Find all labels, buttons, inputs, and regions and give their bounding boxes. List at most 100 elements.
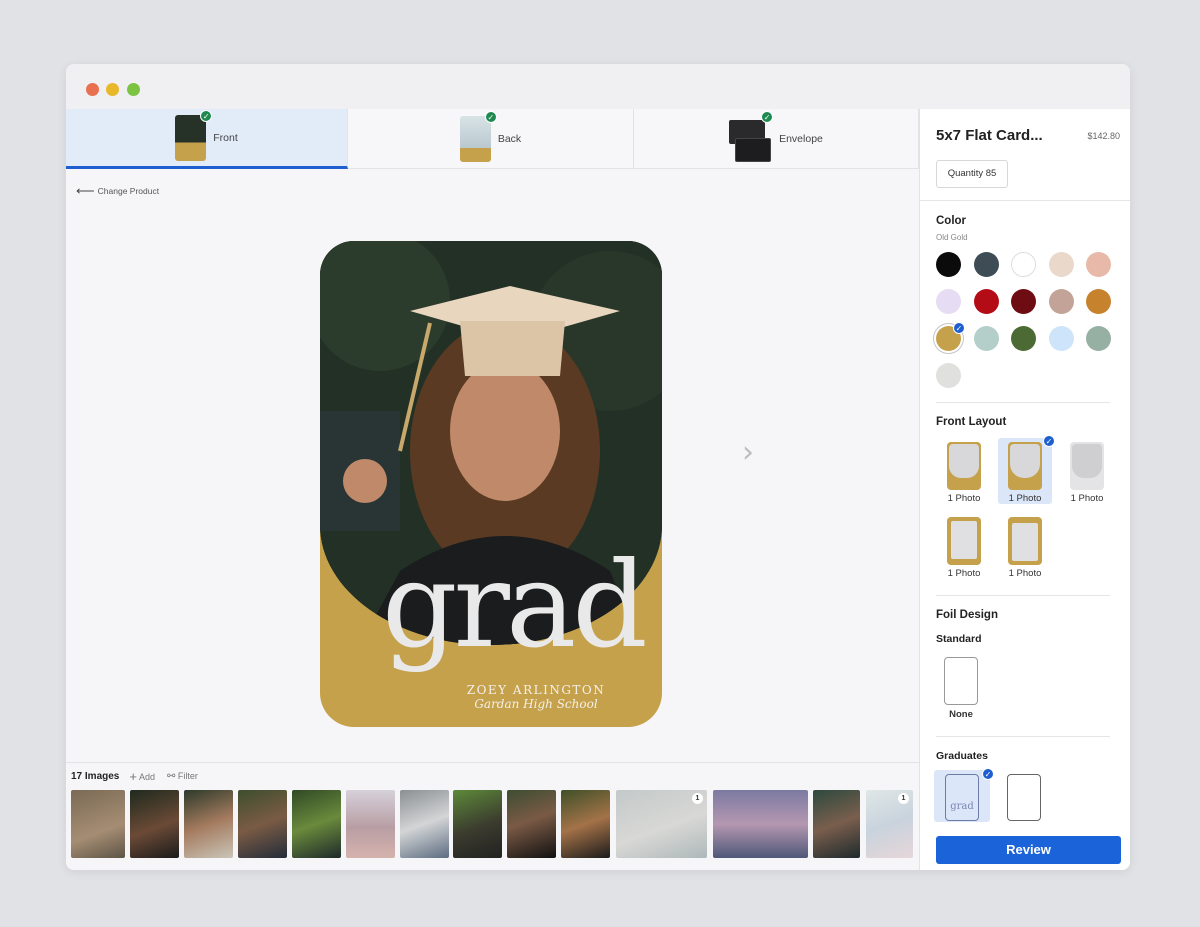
photo-thumbnail[interactable] (400, 790, 449, 858)
selected-check-icon: ✓ (982, 768, 994, 780)
envelope-thumbnail: ✓ (729, 111, 774, 162)
layout-label: 1 Photo (947, 493, 981, 504)
photo-thumbnail[interactable] (453, 790, 502, 858)
color-swatch[interactable] (936, 363, 961, 388)
photo-thumbnail[interactable] (561, 790, 610, 858)
foil-grad-thumbnail: grad (945, 774, 979, 821)
tab-label: Front (213, 131, 238, 144)
photo-thumbnail[interactable] (71, 790, 125, 858)
photo-thumbnail[interactable] (184, 790, 233, 858)
filter-icon: ⚯ (167, 771, 176, 782)
arrow-left-icon: ⟵ (76, 183, 95, 198)
foil-grad-option[interactable]: grad ✓ (934, 768, 994, 822)
layout-label: 1 Photo (1008, 493, 1042, 504)
selected-check-icon: ✓ (953, 322, 965, 334)
design-canvas: ⟵ Change Product grad ZOEY ARLINGTON Gar… (66, 170, 919, 762)
color-swatch[interactable] (973, 326, 999, 351)
layout-option-4[interactable]: 1 Photo (937, 513, 991, 579)
photo-thumbnail[interactable] (813, 790, 860, 858)
photo-thumbnail[interactable] (292, 790, 341, 858)
color-swatch[interactable] (1086, 252, 1111, 277)
quantity-button[interactable]: Quantity 85 (936, 160, 1008, 188)
color-swatch[interactable] (1048, 252, 1074, 277)
foil-none-label: None (949, 709, 973, 720)
front-layout-title: Front Layout (936, 416, 1007, 428)
layout-option-3[interactable]: 1 Photo (1060, 438, 1114, 504)
layout-thumbnail (947, 517, 981, 565)
color-section-title: Color (936, 215, 967, 227)
options-panel: 5x7 Flat Card... $142.80 Quantity 85 Col… (919, 109, 1130, 870)
color-swatch[interactable] (1048, 289, 1074, 314)
complete-check-icon: ✓ (761, 111, 774, 123)
filter-button[interactable]: ⚯ Filter (167, 771, 198, 782)
color-swatch[interactable] (1086, 326, 1111, 351)
divider (936, 402, 1110, 403)
graduates-title: Graduates (936, 750, 988, 762)
color-swatch[interactable] (936, 289, 961, 314)
tab-envelope[interactable]: ✓ Envelope (634, 109, 919, 169)
add-label: Add (138, 772, 155, 782)
color-swatch[interactable] (1011, 252, 1036, 277)
back-thumbnail: ✓ (459, 111, 497, 162)
selected-color-name: Old Gold (936, 233, 968, 242)
maximize-window-button[interactable] (127, 83, 140, 96)
photo-thumbnail[interactable] (346, 790, 395, 858)
color-swatch[interactable] (973, 289, 999, 314)
selected-check-icon: ✓ (1043, 435, 1055, 447)
image-strip: 17 Images + Add ⚯ Filter 1 1 (66, 762, 919, 870)
foil-graduate-script-option[interactable] (996, 770, 1052, 822)
layout-label: 1 Photo (947, 568, 981, 579)
divider (936, 595, 1110, 596)
layout-option-2[interactable]: 1 Photo ✓ (998, 435, 1055, 504)
layout-label: 1 Photo (1008, 568, 1042, 579)
photo-thumbnail[interactable] (238, 790, 287, 858)
review-button[interactable]: Review (936, 836, 1121, 864)
layout-thumbnail (1008, 442, 1042, 490)
minimize-window-button[interactable] (106, 83, 119, 96)
foil-script-thumbnail (1007, 774, 1041, 821)
product-price: $142.80 (1087, 131, 1120, 141)
side-tabs: ✓ Front ✓ Back ✓ Envelope (66, 109, 919, 169)
photo-thumbnail[interactable]: 1 (616, 790, 707, 858)
color-swatch[interactable]: ✓ (936, 322, 965, 351)
color-swatch[interactable] (936, 252, 961, 277)
tab-label: Back (497, 133, 522, 145)
photo-thumbnail[interactable] (713, 790, 808, 858)
product-title: 5x7 Flat Card... (936, 127, 1043, 144)
usage-badge: 1 (692, 793, 703, 804)
divider (920, 200, 1130, 201)
foil-design-title: Foil Design (936, 609, 998, 621)
layout-thumbnail (947, 442, 981, 490)
card-preview[interactable]: grad ZOEY ARLINGTON Gardan High School (320, 241, 662, 727)
layout-option-1[interactable]: 1 Photo (937, 438, 991, 504)
title-bar (66, 64, 1130, 109)
image-count: 17 Images (71, 771, 120, 782)
add-images-button[interactable]: + Add (129, 769, 155, 784)
color-swatch[interactable] (1048, 326, 1074, 351)
usage-badge: 1 (898, 793, 909, 804)
strip-header: 17 Images + Add ⚯ Filter (71, 769, 210, 784)
photo-thumbnail[interactable]: 1 (866, 790, 913, 858)
foil-none-option[interactable] (944, 657, 978, 705)
app-window: ✓ Front ✓ Back ✓ Envelope ⟵ Change Produ… (66, 64, 1130, 870)
color-swatch[interactable] (1086, 289, 1111, 314)
photo-thumbnail[interactable] (130, 790, 179, 858)
layout-label: 1 Photo (1070, 493, 1104, 504)
photo-thumbnail[interactable] (507, 790, 556, 858)
card-graduate-name: ZOEY ARLINGTON (466, 683, 606, 697)
color-swatch[interactable] (1011, 289, 1036, 314)
color-swatch[interactable] (1011, 326, 1036, 351)
filter-label: Filter (177, 771, 198, 781)
layout-thumbnail (1008, 517, 1042, 565)
tab-back[interactable]: ✓ Back (348, 109, 634, 169)
layout-thumbnail (1070, 442, 1104, 490)
foil-standard-label: Standard (936, 633, 982, 645)
layout-option-5[interactable]: 1 Photo (998, 513, 1052, 579)
plus-icon: + (129, 769, 137, 784)
chevron-right-icon[interactable]: › (742, 435, 754, 470)
change-product-link[interactable]: ⟵ Change Product (76, 183, 159, 199)
card-grad-text: grad (382, 536, 648, 674)
tab-front[interactable]: ✓ Front (66, 109, 348, 169)
color-swatch[interactable] (973, 252, 999, 277)
close-window-button[interactable] (86, 83, 99, 96)
